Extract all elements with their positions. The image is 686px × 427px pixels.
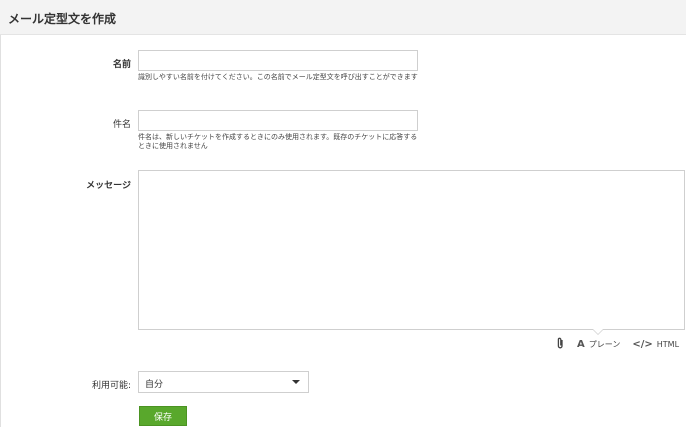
html-option[interactable]: HTML <box>657 340 679 349</box>
save-button[interactable]: 保存 <box>139 406 187 426</box>
left-divider <box>0 35 1 427</box>
html-code-icon[interactable]: </> <box>632 339 652 350</box>
message-label: メッセージ <box>86 181 131 191</box>
page-title: メール定型文を作成 <box>8 12 117 26</box>
message-toolbar: A プレーン </> HTML <box>556 336 679 352</box>
name-label: 名前 <box>112 60 131 70</box>
subject-label: 件名 <box>112 120 131 130</box>
subject-hint: 件名は、新しいチケットを作成するときにのみ使用されます。既存のチケットに応答する… <box>138 133 418 150</box>
availability-select[interactable]: 自分 <box>138 371 309 393</box>
plain-text-option[interactable]: プレーン <box>589 339 621 350</box>
availability-label: 利用可能: <box>91 381 131 391</box>
page-header: メール定型文を作成 <box>0 0 686 35</box>
name-hint: 識別しやすい名前を付けてください。この名前でメール定型文を呼び出すことができます <box>138 73 418 81</box>
name-input[interactable] <box>138 50 418 71</box>
message-textarea[interactable] <box>138 170 685 330</box>
paperclip-icon[interactable] <box>556 337 565 351</box>
caret-down-icon <box>292 380 300 384</box>
availability-selected-value: 自分 <box>145 380 164 390</box>
textarea-notch-inner <box>593 329 603 334</box>
subject-input[interactable] <box>138 110 418 131</box>
plain-text-icon[interactable]: A <box>577 339 585 350</box>
